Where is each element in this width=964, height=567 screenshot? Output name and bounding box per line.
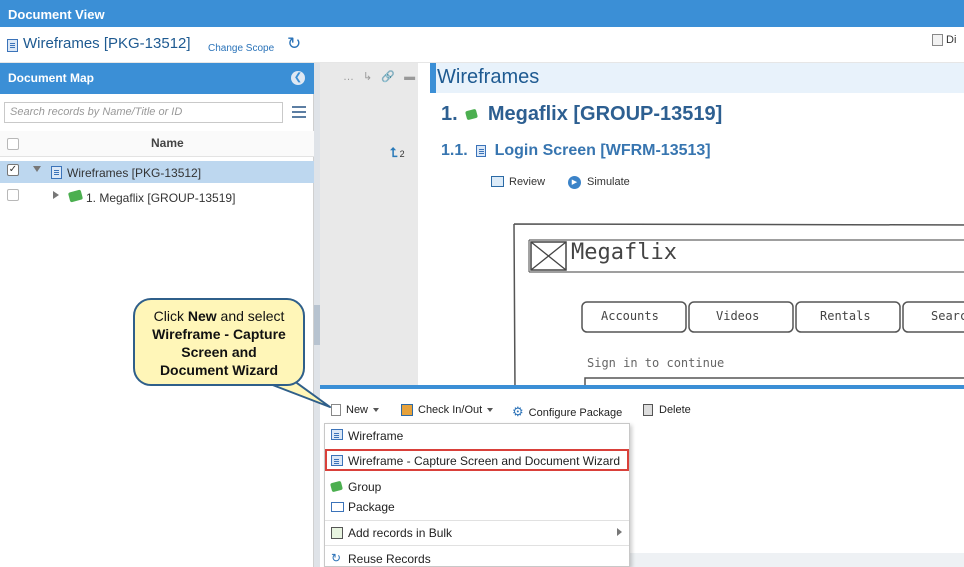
gutter-count[interactable]: ⮤ 2	[390, 145, 405, 161]
gear-icon: ⚙	[512, 404, 524, 419]
wireframe-tab: Searc	[931, 309, 964, 323]
delete-button[interactable]: Delete	[643, 404, 691, 417]
right-edge-label: Di	[946, 34, 957, 46]
callout-line-3: Screen and	[181, 344, 257, 360]
heading-2-text: Login Screen [WFRM-13513]	[494, 142, 711, 159]
group-icon	[465, 108, 479, 121]
configure-package-button[interactable]: ⚙ Configure Package	[512, 404, 622, 420]
callout-line-2: Wireframe - Capture	[152, 326, 286, 342]
heading-2: 1.1. Login Screen [WFRM-13513]	[441, 142, 711, 160]
new-document-icon	[331, 404, 341, 417]
app-title-bar: Document View	[0, 0, 964, 27]
tree-item-label: Wireframes [PKG-13512]	[67, 166, 202, 180]
heading-1-number: 1.	[441, 103, 458, 125]
group-icon	[67, 189, 84, 203]
package-icon	[7, 39, 18, 53]
hamburger-menu-icon[interactable]	[292, 106, 306, 118]
menu-item-wireframe[interactable]: Wireframe	[348, 429, 403, 443]
app-title: Document View	[8, 7, 105, 22]
document-gutter	[320, 63, 418, 385]
document-map-header: Document Map	[0, 63, 314, 94]
menu-item-package[interactable]: Package	[348, 500, 395, 514]
wireframe-wizard-icon	[331, 455, 343, 466]
package-icon	[51, 166, 62, 180]
reuse-icon: ↻	[331, 551, 342, 565]
document-map-title: Document Map	[8, 71, 95, 85]
instruction-callout: Click New and select Wireframe - Capture…	[133, 298, 305, 386]
folder-icon	[331, 502, 344, 512]
callout-bold-text: New	[187, 308, 217, 324]
select-all-checkbox[interactable]	[7, 138, 19, 150]
refresh-icon[interactable]: ↻	[287, 34, 301, 54]
gutter-action-icons[interactable]: … ↳ 🔗 ▬	[343, 70, 418, 83]
wireframe-signin-text: Sign in to continue	[587, 356, 725, 370]
menu-item-add-bulk[interactable]: Add records in Bulk	[348, 526, 452, 540]
package-title: Wireframes [PKG-13512]	[23, 35, 191, 52]
review-link[interactable]: Review	[509, 176, 545, 188]
tree-row[interactable]: ✓ Wireframes [PKG-13512]	[0, 161, 314, 183]
menu-item-wireframe-wizard[interactable]: Wireframe - Capture Screen and Document …	[348, 454, 620, 468]
chevron-down-icon	[373, 408, 380, 413]
right-edge-button[interactable]: Di	[932, 34, 957, 47]
trash-icon	[643, 404, 653, 417]
wireframe-tab: Accounts	[601, 309, 659, 323]
menu-divider	[325, 545, 629, 546]
simulate-link[interactable]: Simulate	[587, 176, 630, 188]
section-title: Wireframes	[437, 66, 540, 88]
name-column-label: Name	[151, 136, 184, 150]
play-icon[interactable]: ▶	[568, 176, 581, 189]
bulk-add-icon	[331, 527, 343, 539]
heading-2-number: 1.1.	[441, 142, 468, 159]
row-checkbox[interactable]	[7, 189, 19, 201]
row-checkbox[interactable]: ✓	[7, 164, 19, 176]
change-scope-link[interactable]: Change Scope	[208, 43, 274, 54]
submenu-arrow-icon	[617, 528, 622, 536]
wireframe-tab: Rentals	[820, 309, 871, 323]
tree-item-label: 1. Megaflix [GROUP-13519]	[86, 191, 236, 205]
check-in-out-icon	[401, 404, 413, 417]
callout-text: Click	[153, 308, 184, 324]
wireframe-tab: Videos	[716, 309, 760, 323]
bottom-status-strip	[630, 553, 964, 567]
wireframe-preview: Megaflix Accounts Videos Rentals Searc S…	[511, 222, 964, 392]
new-button[interactable]: New	[331, 404, 380, 417]
new-label: New	[346, 404, 369, 416]
callout-line-1: Click New and select	[143, 307, 295, 325]
tree-column-header: Name	[0, 131, 314, 157]
document-icon	[932, 34, 943, 47]
wireframe-icon	[476, 144, 487, 157]
up-arrow-icon: ⮤	[390, 145, 398, 160]
collapse-left-icon[interactable]: ❮	[291, 71, 305, 85]
callout-text: and select	[220, 308, 285, 324]
heading-1: 1. Megaflix [GROUP-13519]	[441, 103, 722, 126]
heading-1-text: Megaflix [GROUP-13519]	[487, 103, 723, 125]
tree-row[interactable]: 1. Megaflix [GROUP-13519]	[0, 186, 314, 208]
collapse-arrow-icon[interactable]	[53, 191, 59, 199]
chevron-down-icon	[487, 408, 494, 413]
count-value: 2	[399, 149, 405, 159]
wireframe-logo: Megaflix	[571, 240, 677, 265]
wireframe-icon	[331, 429, 343, 440]
search-input[interactable]: Search records by Name/Title or ID	[4, 102, 283, 123]
menu-divider	[325, 520, 629, 521]
expand-arrow-icon[interactable]	[33, 166, 41, 172]
delete-label: Delete	[659, 404, 691, 416]
check-in-out-label: Check In/Out	[418, 404, 483, 416]
menu-item-reuse-records[interactable]: Reuse Records	[348, 552, 431, 566]
callout-line-4: Document Wizard	[159, 362, 279, 378]
menu-item-group[interactable]: Group	[348, 480, 381, 494]
review-icon[interactable]	[491, 176, 504, 187]
check-in-out-button[interactable]: Check In/Out	[401, 404, 494, 417]
configure-package-label: Configure Package	[528, 407, 623, 419]
